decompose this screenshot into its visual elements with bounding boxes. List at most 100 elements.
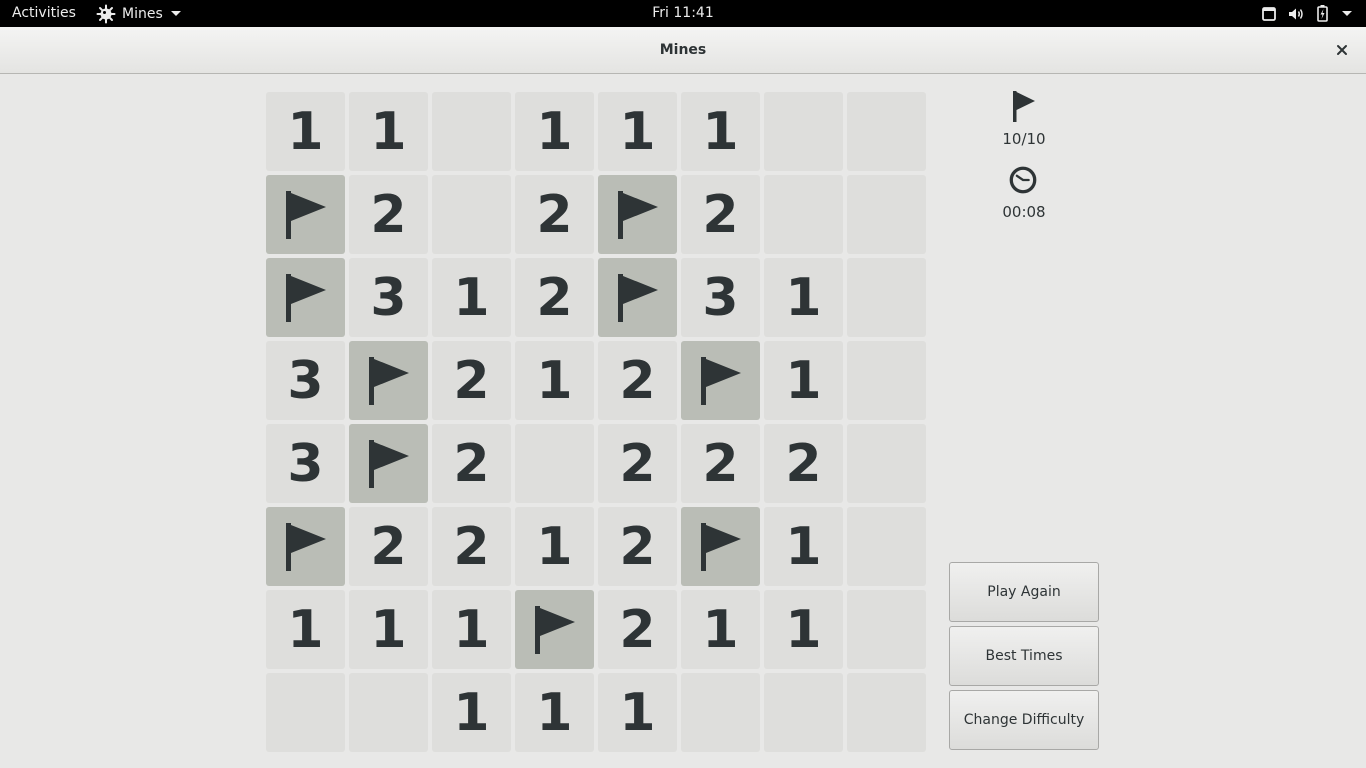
flagged-cell[interactable] [266,507,345,586]
number-cell[interactable]: 3 [266,341,345,420]
number-cell[interactable]: 1 [764,341,843,420]
number-cell[interactable]: 2 [349,175,428,254]
number-cell[interactable]: 2 [681,175,760,254]
cell-number: 2 [702,184,739,245]
number-cell[interactable]: 1 [598,92,677,171]
flagged-cell[interactable] [598,175,677,254]
number-cell[interactable]: 1 [515,341,594,420]
cell-number: 3 [370,267,407,328]
number-cell[interactable]: 1 [598,673,677,752]
system-status-menu[interactable] [1262,4,1352,23]
empty-cell[interactable] [515,424,594,503]
app-menu-button[interactable]: Mines [96,3,181,24]
screen-icon [1262,6,1276,21]
number-cell[interactable]: 1 [432,590,511,669]
flags-counter: 10/10 [1002,130,1046,148]
flag-icon [699,355,743,407]
empty-cell[interactable] [764,175,843,254]
cell-number: 2 [619,433,656,494]
number-cell[interactable]: 1 [764,507,843,586]
cell-number: 1 [453,599,490,660]
number-cell[interactable]: 2 [515,258,594,337]
number-cell[interactable]: 2 [598,590,677,669]
empty-cell[interactable] [847,175,926,254]
cell-number: 1 [785,516,822,577]
gnome-top-bar: Activities Mines Fri 11:41 [0,0,1366,27]
cell-number: 2 [702,433,739,494]
empty-cell[interactable] [432,92,511,171]
clock-display[interactable]: Fri 11:41 [652,5,713,21]
number-cell[interactable]: 1 [432,673,511,752]
volume-icon [1288,7,1305,21]
number-cell[interactable]: 1 [764,590,843,669]
number-cell[interactable]: 2 [598,341,677,420]
cell-number: 2 [453,433,490,494]
number-cell[interactable]: 2 [681,424,760,503]
number-cell[interactable]: 1 [515,92,594,171]
number-cell[interactable]: 1 [681,590,760,669]
flag-icon [367,438,411,490]
number-cell[interactable]: 2 [432,341,511,420]
flag-icon [616,272,660,324]
flagged-cell[interactable] [681,341,760,420]
number-cell[interactable]: 2 [764,424,843,503]
number-cell[interactable]: 1 [515,673,594,752]
empty-cell[interactable] [432,175,511,254]
close-button[interactable] [1332,40,1352,60]
number-cell[interactable]: 2 [432,507,511,586]
flagged-cell[interactable] [349,424,428,503]
number-cell[interactable]: 1 [266,590,345,669]
empty-cell[interactable] [847,673,926,752]
number-cell[interactable]: 2 [515,175,594,254]
empty-cell[interactable] [847,258,926,337]
number-cell[interactable]: 1 [515,507,594,586]
mines-app-icon [96,4,116,24]
chevron-down-icon [1342,11,1352,16]
number-cell[interactable]: 2 [598,507,677,586]
number-cell[interactable]: 1 [349,590,428,669]
empty-cell[interactable] [764,673,843,752]
number-cell[interactable]: 2 [598,424,677,503]
change-difficulty-button[interactable]: Change Difficulty [949,690,1099,750]
number-cell[interactable]: 1 [681,92,760,171]
empty-cell[interactable] [847,341,926,420]
number-cell[interactable]: 2 [432,424,511,503]
number-cell[interactable]: 1 [266,92,345,171]
cell-number: 3 [287,350,324,411]
empty-cell[interactable] [847,92,926,171]
number-cell[interactable]: 1 [349,92,428,171]
flagged-cell[interactable] [349,341,428,420]
empty-cell[interactable] [681,673,760,752]
empty-cell[interactable] [349,673,428,752]
empty-cell[interactable] [847,507,926,586]
number-cell[interactable]: 3 [266,424,345,503]
cell-number: 1 [702,101,739,162]
best-times-button[interactable]: Best Times [949,626,1099,686]
cell-number: 2 [370,184,407,245]
flagged-cell[interactable] [266,258,345,337]
cell-number: 1 [536,682,573,743]
flagged-cell[interactable] [681,507,760,586]
number-cell[interactable]: 1 [432,258,511,337]
play-again-button[interactable]: Play Again [949,562,1099,622]
cell-number: 2 [536,184,573,245]
flagged-cell[interactable] [266,175,345,254]
empty-cell[interactable] [847,424,926,503]
number-cell[interactable]: 3 [349,258,428,337]
number-cell[interactable]: 2 [349,507,428,586]
cell-number: 1 [785,599,822,660]
flagged-cell[interactable] [515,590,594,669]
cell-number: 2 [453,516,490,577]
flagged-cell[interactable] [598,258,677,337]
cell-number: 1 [785,267,822,328]
empty-cell[interactable] [266,673,345,752]
elapsed-time: 00:08 [1002,203,1046,221]
empty-cell[interactable] [764,92,843,171]
empty-cell[interactable] [847,590,926,669]
number-cell[interactable]: 3 [681,258,760,337]
cell-number: 1 [536,101,573,162]
number-cell[interactable]: 1 [764,258,843,337]
close-icon [1336,41,1348,60]
activities-button[interactable]: Activities [12,5,76,22]
flag-icon [616,189,660,241]
